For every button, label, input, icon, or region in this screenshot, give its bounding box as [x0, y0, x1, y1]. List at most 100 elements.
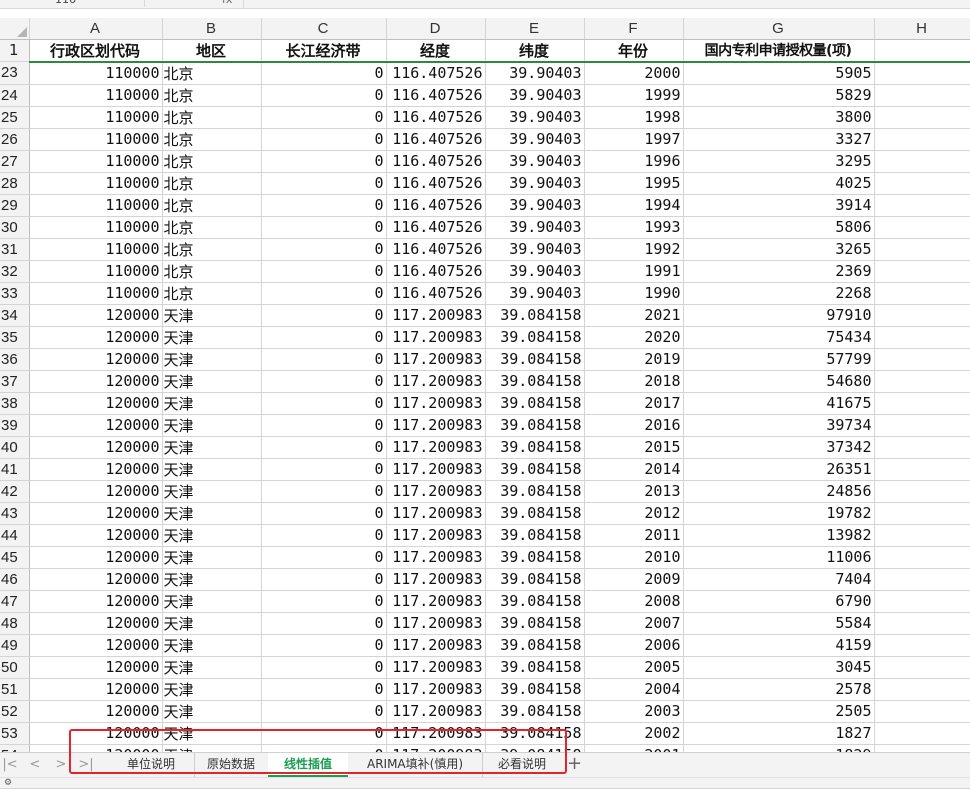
- cell[interactable]: 117.200983: [386, 524, 486, 547]
- cell[interactable]: 117.200983: [386, 722, 486, 745]
- row-header[interactable]: 36: [0, 348, 30, 371]
- cell[interactable]: 120000: [29, 436, 163, 459]
- fx-icon[interactable]: fx: [222, 0, 232, 6]
- cell[interactable]: 0: [261, 722, 387, 745]
- cell[interactable]: 2010: [584, 546, 684, 569]
- cell[interactable]: 117.200983: [386, 546, 486, 569]
- cell[interactable]: 0: [261, 304, 387, 327]
- cell[interactable]: 116.407526: [386, 106, 486, 129]
- header-cell[interactable]: 国内专利申请授权量(项): [683, 39, 875, 63]
- cell[interactable]: 39.084158: [485, 568, 585, 591]
- cell[interactable]: 2016: [584, 414, 684, 437]
- cell[interactable]: [874, 612, 970, 635]
- cell[interactable]: 37342: [683, 436, 875, 459]
- cell[interactable]: [874, 436, 970, 459]
- row-header[interactable]: 38: [0, 392, 30, 415]
- cell[interactable]: 0: [261, 84, 387, 107]
- cell[interactable]: 2021: [584, 304, 684, 327]
- cell[interactable]: [874, 480, 970, 503]
- cell[interactable]: 39.084158: [485, 348, 585, 371]
- cell[interactable]: 2017: [584, 392, 684, 415]
- cell[interactable]: 117.200983: [386, 348, 486, 371]
- cell[interactable]: 2018: [584, 370, 684, 393]
- cell[interactable]: 天津: [162, 590, 262, 613]
- row-header[interactable]: 37: [0, 370, 30, 393]
- cell[interactable]: 120000: [29, 370, 163, 393]
- cell[interactable]: 120000: [29, 678, 163, 701]
- cell[interactable]: 117.200983: [386, 370, 486, 393]
- cell[interactable]: 2019: [584, 348, 684, 371]
- first-sheet-icon[interactable]: |<: [1, 756, 19, 774]
- row-header[interactable]: 41: [0, 458, 30, 481]
- cell[interactable]: 117.200983: [386, 656, 486, 679]
- cell[interactable]: 116.407526: [386, 150, 486, 173]
- cell[interactable]: [874, 634, 970, 657]
- formula-input[interactable]: [243, 0, 970, 8]
- cell[interactable]: 97910: [683, 304, 875, 327]
- cell[interactable]: 天津: [162, 612, 262, 635]
- cell[interactable]: 116.407526: [386, 282, 486, 305]
- cell[interactable]: 2578: [683, 678, 875, 701]
- cell[interactable]: 39.084158: [485, 700, 585, 723]
- cell[interactable]: 4159: [683, 634, 875, 657]
- cell[interactable]: [874, 84, 970, 107]
- cell[interactable]: 0: [261, 216, 387, 239]
- column-header[interactable]: G: [683, 18, 875, 40]
- cell[interactable]: 北京: [162, 150, 262, 173]
- cell[interactable]: 2014: [584, 458, 684, 481]
- row-header[interactable]: 25: [0, 106, 30, 129]
- cell[interactable]: 117.200983: [386, 480, 486, 503]
- cell[interactable]: 2268: [683, 282, 875, 305]
- cell[interactable]: 0: [261, 128, 387, 151]
- row-header[interactable]: 1: [0, 39, 30, 62]
- header-cell[interactable]: 长江经济带: [261, 39, 387, 63]
- select-all-corner[interactable]: [0, 18, 30, 40]
- cell[interactable]: [874, 524, 970, 547]
- cell[interactable]: 39.90403: [485, 282, 585, 305]
- cell[interactable]: 天津: [162, 392, 262, 415]
- cell[interactable]: 39.90403: [485, 128, 585, 151]
- cell[interactable]: 39734: [683, 414, 875, 437]
- cell[interactable]: 1998: [584, 106, 684, 129]
- cell[interactable]: 天津: [162, 370, 262, 393]
- row-header[interactable]: 42: [0, 480, 30, 503]
- cell[interactable]: 5806: [683, 216, 875, 239]
- cell[interactable]: 39.084158: [485, 722, 585, 745]
- cell[interactable]: 天津: [162, 722, 262, 745]
- cell[interactable]: [874, 502, 970, 525]
- cell[interactable]: 39.084158: [485, 656, 585, 679]
- row-header[interactable]: 40: [0, 436, 30, 459]
- cell[interactable]: 26351: [683, 458, 875, 481]
- column-header[interactable]: B: [162, 18, 262, 40]
- cell[interactable]: 北京: [162, 128, 262, 151]
- cell[interactable]: 北京: [162, 84, 262, 107]
- column-header[interactable]: E: [485, 18, 585, 40]
- cell[interactable]: 116.407526: [386, 216, 486, 239]
- cell[interactable]: 117.200983: [386, 326, 486, 349]
- cell[interactable]: 117.200983: [386, 678, 486, 701]
- cell[interactable]: 120000: [29, 502, 163, 525]
- cell[interactable]: 117.200983: [386, 502, 486, 525]
- row-header[interactable]: 45: [0, 546, 30, 569]
- row-header[interactable]: 27: [0, 150, 30, 173]
- cell[interactable]: 4025: [683, 172, 875, 195]
- next-sheet-icon[interactable]: >: [52, 756, 70, 774]
- cell[interactable]: [874, 106, 970, 129]
- cell[interactable]: 0: [261, 458, 387, 481]
- row-header[interactable]: 29: [0, 194, 30, 217]
- cell[interactable]: [874, 194, 970, 217]
- cell[interactable]: 北京: [162, 216, 262, 239]
- header-cell[interactable]: 纬度: [485, 39, 585, 63]
- cell[interactable]: 120000: [29, 722, 163, 745]
- cell[interactable]: 39.084158: [485, 546, 585, 569]
- cell[interactable]: 120000: [29, 568, 163, 591]
- cell[interactable]: 2008: [584, 590, 684, 613]
- cell[interactable]: [874, 304, 970, 327]
- cell[interactable]: 2002: [584, 722, 684, 745]
- cell[interactable]: 2015: [584, 436, 684, 459]
- cell[interactable]: 120000: [29, 590, 163, 613]
- cell[interactable]: 120000: [29, 612, 163, 635]
- cell[interactable]: 39.90403: [485, 194, 585, 217]
- cell[interactable]: 39.90403: [485, 106, 585, 129]
- row-header[interactable]: 39: [0, 414, 30, 437]
